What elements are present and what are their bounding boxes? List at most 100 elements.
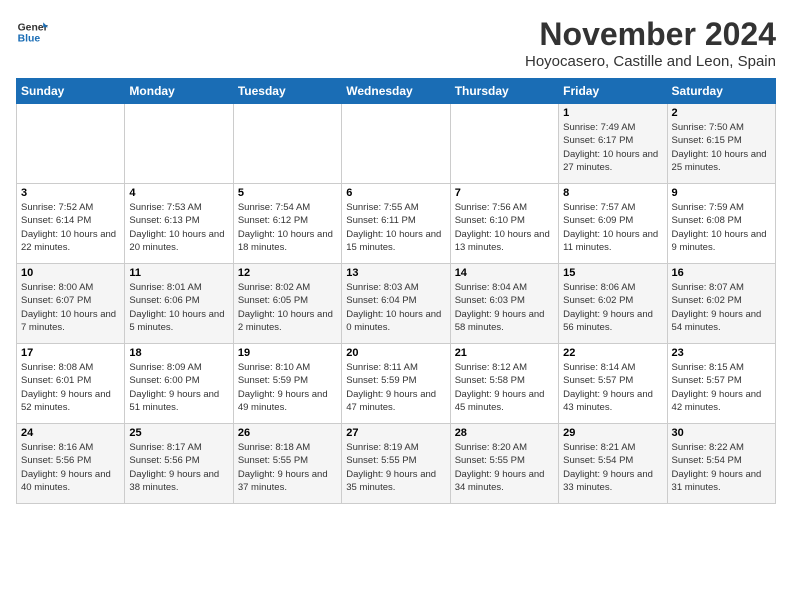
day-info: Sunrise: 8:09 AM Sunset: 6:00 PM Dayligh… (129, 361, 228, 414)
day-info: Sunrise: 8:03 AM Sunset: 6:04 PM Dayligh… (346, 281, 445, 334)
calendar-cell (233, 104, 341, 184)
calendar-cell: 6 Sunrise: 7:55 AM Sunset: 6:11 PM Daylig… (342, 184, 450, 264)
location: Hoyocasero, Castille and Leon, Spain (525, 53, 776, 70)
calendar-cell: 7 Sunrise: 7:56 AM Sunset: 6:10 PM Daylig… (450, 184, 558, 264)
calendar-cell: 27 Sunrise: 8:19 AM Sunset: 5:55 PM Dayli… (342, 424, 450, 504)
day-number: 11 (129, 267, 228, 279)
day-info: Sunrise: 8:14 AM Sunset: 5:57 PM Dayligh… (563, 361, 662, 414)
day-info: Sunrise: 7:59 AM Sunset: 6:08 PM Dayligh… (672, 201, 771, 254)
calendar-week-row: 10 Sunrise: 8:00 AM Sunset: 6:07 PM Dayli… (17, 264, 776, 344)
calendar-header-row: SundayMondayTuesdayWednesdayThursdayFrid… (17, 79, 776, 104)
day-info: Sunrise: 7:57 AM Sunset: 6:09 PM Dayligh… (563, 201, 662, 254)
calendar-cell: 19 Sunrise: 8:10 AM Sunset: 5:59 PM Dayli… (233, 344, 341, 424)
calendar-cell: 4Sunrise: 7:53 AM Sunset: 6:13 PM Daylig… (125, 184, 233, 264)
day-number: 7 (455, 187, 554, 199)
weekday-header-saturday: Saturday (667, 79, 775, 104)
weekday-header-wednesday: Wednesday (342, 79, 450, 104)
day-info: Sunrise: 8:10 AM Sunset: 5:59 PM Dayligh… (238, 361, 337, 414)
day-number: 27 (346, 427, 445, 439)
weekday-header-friday: Friday (559, 79, 667, 104)
calendar-week-row: 17Sunrise: 8:08 AM Sunset: 6:01 PM Dayli… (17, 344, 776, 424)
calendar-cell: 28Sunrise: 8:20 AM Sunset: 5:55 PM Dayli… (450, 424, 558, 504)
day-info: Sunrise: 7:52 AM Sunset: 6:14 PM Dayligh… (21, 201, 120, 254)
calendar-cell: 22 Sunrise: 8:14 AM Sunset: 5:57 PM Dayli… (559, 344, 667, 424)
weekday-header-tuesday: Tuesday (233, 79, 341, 104)
calendar-table: SundayMondayTuesdayWednesdayThursdayFrid… (16, 78, 776, 504)
day-info: Sunrise: 8:16 AM Sunset: 5:56 PM Dayligh… (21, 441, 120, 494)
day-number: 9 (672, 187, 771, 199)
calendar-week-row: 3 Sunrise: 7:52 AM Sunset: 6:14 PM Daylig… (17, 184, 776, 264)
day-number: 26 (238, 427, 337, 439)
day-info: Sunrise: 8:00 AM Sunset: 6:07 PM Dayligh… (21, 281, 120, 334)
calendar-cell (342, 104, 450, 184)
day-number: 23 (672, 347, 771, 359)
calendar-cell: 24Sunrise: 8:16 AM Sunset: 5:56 PM Dayli… (17, 424, 125, 504)
calendar-cell: 30Sunrise: 8:22 AM Sunset: 5:54 PM Dayli… (667, 424, 775, 504)
calendar-cell: 16 Sunrise: 8:07 AM Sunset: 6:02 PM Dayli… (667, 264, 775, 344)
day-number: 16 (672, 267, 771, 279)
calendar-week-row: 24Sunrise: 8:16 AM Sunset: 5:56 PM Dayli… (17, 424, 776, 504)
month-title: November 2024 (525, 16, 776, 53)
calendar-cell: 11 Sunrise: 8:01 AM Sunset: 6:06 PM Dayli… (125, 264, 233, 344)
calendar-cell: 15Sunrise: 8:06 AM Sunset: 6:02 PM Dayli… (559, 264, 667, 344)
calendar-cell: 26 Sunrise: 8:18 AM Sunset: 5:55 PM Dayli… (233, 424, 341, 504)
day-info: Sunrise: 7:50 AM Sunset: 6:15 PM Dayligh… (672, 121, 771, 174)
logo-icon: General Blue (16, 16, 48, 48)
day-info: Sunrise: 8:17 AM Sunset: 5:56 PM Dayligh… (129, 441, 228, 494)
day-number: 12 (238, 267, 337, 279)
day-number: 6 (346, 187, 445, 199)
calendar-cell: 23 Sunrise: 8:15 AM Sunset: 5:57 PM Dayli… (667, 344, 775, 424)
day-info: Sunrise: 8:19 AM Sunset: 5:55 PM Dayligh… (346, 441, 445, 494)
day-info: Sunrise: 8:18 AM Sunset: 5:55 PM Dayligh… (238, 441, 337, 494)
day-number: 18 (129, 347, 228, 359)
day-info: Sunrise: 7:55 AM Sunset: 6:11 PM Dayligh… (346, 201, 445, 254)
day-number: 22 (563, 347, 662, 359)
weekday-header-thursday: Thursday (450, 79, 558, 104)
calendar-cell (450, 104, 558, 184)
day-info: Sunrise: 7:49 AM Sunset: 6:17 PM Dayligh… (563, 121, 662, 174)
day-number: 20 (346, 347, 445, 359)
day-number: 15 (563, 267, 662, 279)
day-number: 17 (21, 347, 120, 359)
day-number: 3 (21, 187, 120, 199)
day-info: Sunrise: 7:56 AM Sunset: 6:10 PM Dayligh… (455, 201, 554, 254)
day-info: Sunrise: 7:54 AM Sunset: 6:12 PM Dayligh… (238, 201, 337, 254)
calendar-cell: 2 Sunrise: 7:50 AM Sunset: 6:15 PM Daylig… (667, 104, 775, 184)
calendar-cell: 17Sunrise: 8:08 AM Sunset: 6:01 PM Dayli… (17, 344, 125, 424)
logo: General Blue (16, 16, 48, 48)
calendar-cell: 21 Sunrise: 8:12 AM Sunset: 5:58 PM Dayli… (450, 344, 558, 424)
day-number: 13 (346, 267, 445, 279)
day-info: Sunrise: 8:02 AM Sunset: 6:05 PM Dayligh… (238, 281, 337, 334)
calendar-cell: 5 Sunrise: 7:54 AM Sunset: 6:12 PM Daylig… (233, 184, 341, 264)
day-info: Sunrise: 8:15 AM Sunset: 5:57 PM Dayligh… (672, 361, 771, 414)
day-number: 2 (672, 107, 771, 119)
svg-text:Blue: Blue (18, 34, 41, 45)
calendar-cell: 8Sunrise: 7:57 AM Sunset: 6:09 PM Daylig… (559, 184, 667, 264)
day-info: Sunrise: 8:07 AM Sunset: 6:02 PM Dayligh… (672, 281, 771, 334)
day-number: 10 (21, 267, 120, 279)
calendar-cell (17, 104, 125, 184)
calendar-cell: 20 Sunrise: 8:11 AM Sunset: 5:59 PM Dayli… (342, 344, 450, 424)
day-info: Sunrise: 8:12 AM Sunset: 5:58 PM Dayligh… (455, 361, 554, 414)
calendar-cell: 18 Sunrise: 8:09 AM Sunset: 6:00 PM Dayli… (125, 344, 233, 424)
page-header: General Blue November 2024 Hoyocasero, C… (16, 16, 776, 70)
day-number: 21 (455, 347, 554, 359)
title-block: November 2024 Hoyocasero, Castille and L… (525, 16, 776, 70)
calendar-week-row: 1Sunrise: 7:49 AM Sunset: 6:17 PM Daylig… (17, 104, 776, 184)
day-info: Sunrise: 7:53 AM Sunset: 6:13 PM Dayligh… (129, 201, 228, 254)
day-number: 14 (455, 267, 554, 279)
day-number: 5 (238, 187, 337, 199)
calendar-cell: 25 Sunrise: 8:17 AM Sunset: 5:56 PM Dayli… (125, 424, 233, 504)
calendar-cell: 9 Sunrise: 7:59 AM Sunset: 6:08 PM Daylig… (667, 184, 775, 264)
day-number: 25 (129, 427, 228, 439)
day-number: 28 (455, 427, 554, 439)
day-number: 30 (672, 427, 771, 439)
weekday-header-monday: Monday (125, 79, 233, 104)
day-info: Sunrise: 8:01 AM Sunset: 6:06 PM Dayligh… (129, 281, 228, 334)
calendar-cell: 14Sunrise: 8:04 AM Sunset: 6:03 PM Dayli… (450, 264, 558, 344)
day-number: 19 (238, 347, 337, 359)
calendar-cell: 3 Sunrise: 7:52 AM Sunset: 6:14 PM Daylig… (17, 184, 125, 264)
weekday-header-sunday: Sunday (17, 79, 125, 104)
day-info: Sunrise: 8:11 AM Sunset: 5:59 PM Dayligh… (346, 361, 445, 414)
calendar-cell: 29Sunrise: 8:21 AM Sunset: 5:54 PM Dayli… (559, 424, 667, 504)
